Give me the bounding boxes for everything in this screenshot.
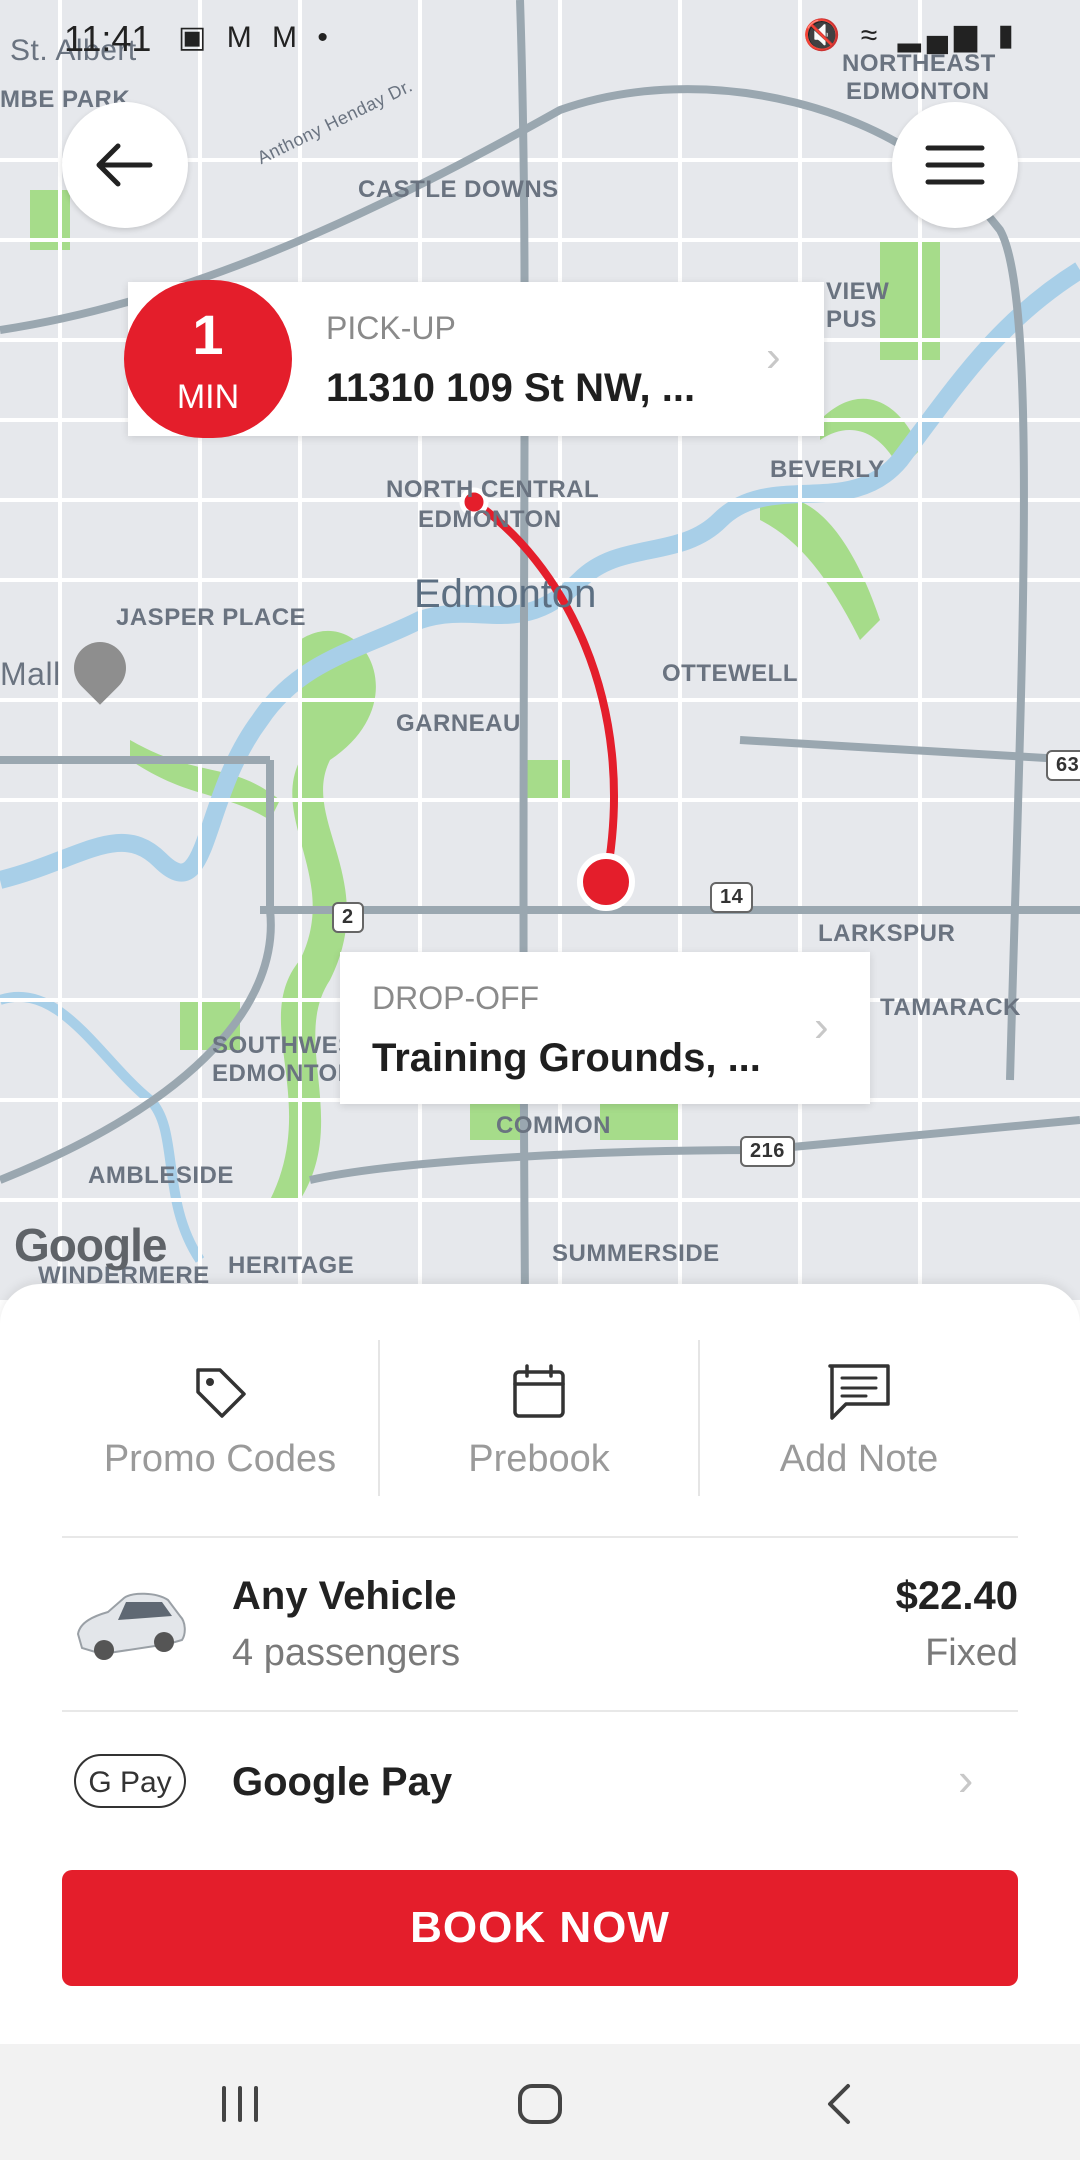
hamburger-icon xyxy=(925,145,985,185)
add-note-button[interactable]: Add Note xyxy=(700,1340,1018,1494)
map-label: PUS xyxy=(826,306,877,333)
gmail-icon: M xyxy=(226,21,258,54)
divider xyxy=(62,1536,1018,1538)
map-label: TAMARACK xyxy=(880,994,1021,1021)
highway-shield: 14 xyxy=(710,882,754,913)
back-button[interactable] xyxy=(62,102,188,228)
pickup-caption: PICK-UP xyxy=(326,310,456,346)
tag-icon xyxy=(196,1368,246,1418)
image-icon: ▣ xyxy=(178,21,213,54)
map-label: HERITAGE xyxy=(228,1252,355,1279)
note-icon xyxy=(828,1364,890,1420)
car-icon xyxy=(76,1592,186,1660)
highway-shield: 2 xyxy=(332,902,364,933)
map-label: LARKSPUR xyxy=(818,920,956,947)
status-bar: 11:41 ▣ M M • 🔇 ≈ ▂▄▆ ▮ xyxy=(0,0,1080,80)
notification-icons: ▣ M M • xyxy=(178,20,334,55)
battery-icon: ▮ xyxy=(997,19,1020,52)
menu-button[interactable] xyxy=(892,102,1018,228)
map-label: SUMMERSIDE xyxy=(552,1240,720,1267)
map-label: GARNEAU xyxy=(396,710,521,737)
divider xyxy=(62,1710,1018,1712)
map-label: COMMON xyxy=(496,1112,611,1139)
google-attribution: Google xyxy=(14,1219,167,1271)
map-label: Mall xyxy=(0,656,61,692)
dot-icon: • xyxy=(317,21,334,54)
eta-badge: 1 MIN xyxy=(124,280,292,438)
city-label: Edmonton xyxy=(414,572,597,616)
vehicle-row[interactable] xyxy=(62,1540,1018,1708)
vehicle-capacity: 4 passengers xyxy=(232,1632,461,1674)
eta-value: 1 xyxy=(192,303,224,366)
book-now-button[interactable]: BOOK NOW xyxy=(62,1870,1018,1986)
mute-icon: 🔇 xyxy=(803,19,847,52)
map-label: EDMONTON xyxy=(418,506,562,533)
vehicle-name: Any Vehicle xyxy=(232,1574,457,1618)
home-icon[interactable] xyxy=(500,2074,580,2134)
fare-type: Fixed xyxy=(925,1632,1018,1674)
fare-price: $22.40 xyxy=(895,1574,1018,1618)
system-nav-bar xyxy=(0,2044,1080,2160)
dropoff-caption: DROP-OFF xyxy=(372,980,540,1016)
system-icons: 🔇 ≈ ▂▄▆ ▮ xyxy=(803,18,1020,53)
chevron-right-icon: › xyxy=(958,1753,974,1805)
map-label: OTTEWELL xyxy=(662,660,798,687)
recent-apps-icon[interactable] xyxy=(200,2074,280,2134)
payment-row[interactable] xyxy=(62,1714,1018,1850)
chevron-right-icon: › xyxy=(814,1002,829,1051)
map-label: CASTLE DOWNS xyxy=(358,176,559,203)
pickup-address: 11310 109 St NW, ... xyxy=(326,366,696,410)
map-label: JASPER PLACE xyxy=(116,604,307,631)
map-label: VIEW xyxy=(826,278,890,305)
highway-shield: 216 xyxy=(740,1136,795,1167)
back-icon[interactable] xyxy=(800,2074,880,2134)
calendar-icon xyxy=(513,1364,565,1418)
chevron-right-icon: › xyxy=(766,332,781,381)
prebook-label: Prebook xyxy=(468,1438,610,1480)
dropoff-address: Training Grounds, ... xyxy=(372,1036,761,1080)
map-label: BEVERLY xyxy=(770,456,885,483)
eta-unit: MIN xyxy=(176,378,240,416)
prebook-button[interactable]: Prebook xyxy=(380,1340,698,1494)
highway-shield: 63 xyxy=(1046,750,1080,781)
map-label: NORTH CENTRAL xyxy=(386,476,600,503)
status-time: 11:41 xyxy=(64,18,152,59)
arrow-left-icon xyxy=(96,143,153,187)
gmail-icon: M xyxy=(272,21,304,54)
add-note-label: Add Note xyxy=(779,1438,939,1480)
wifi-icon: ≈ xyxy=(860,19,884,52)
map-label: EDMONTON xyxy=(212,1060,356,1087)
payment-method-name: Google Pay xyxy=(232,1760,453,1804)
dropoff-card[interactable]: DROP-OFF Training Grounds, ... › xyxy=(340,952,870,1104)
signal-icon: ▂▄▆ xyxy=(897,19,984,52)
promo-codes-button[interactable]: Promo Codes xyxy=(62,1340,378,1494)
google-pay-icon: G Pay xyxy=(74,1754,186,1808)
map-label: AMBLESIDE xyxy=(88,1162,234,1189)
promo-codes-label: Promo Codes xyxy=(103,1438,337,1480)
